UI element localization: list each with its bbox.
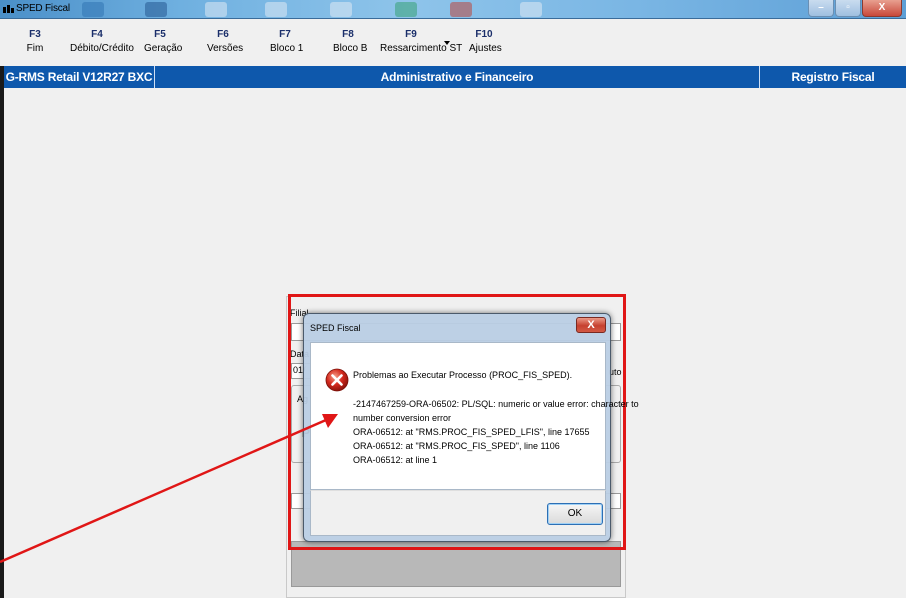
error-line: -2147467259-ORA-06502: PL/SQL: numeric o… bbox=[353, 399, 639, 409]
fkey-code: F6 bbox=[217, 29, 229, 40]
fkey-ressarcimento-st[interactable]: F9 Ressarcimento ST bbox=[380, 29, 463, 54]
dropdown-arrow-icon[interactable] bbox=[444, 41, 450, 45]
error-title: Problemas ao Executar Processo (PROC_FIS… bbox=[353, 370, 573, 380]
fkey-label: Bloco 1 bbox=[270, 43, 304, 54]
app-icon bbox=[3, 5, 14, 13]
fkey-label: Ressarcimento ST bbox=[380, 43, 463, 54]
background-decoration bbox=[265, 2, 287, 17]
window-left-edge bbox=[0, 66, 4, 598]
background-decoration bbox=[395, 2, 417, 17]
fkey-fim[interactable]: F3 Fim bbox=[24, 29, 46, 54]
background-decoration bbox=[330, 2, 352, 17]
window-titlebar: SPED Fiscal – ▫ X bbox=[0, 0, 906, 19]
fkey-label: Bloco B bbox=[333, 43, 368, 54]
background-decoration bbox=[82, 2, 104, 17]
background-decoration bbox=[450, 2, 472, 17]
fkey-code: F10 bbox=[475, 29, 493, 40]
error-line: ORA-06512: at "RMS.PROC_FIS_SPED_LFIS", … bbox=[353, 427, 590, 437]
fkey-bloco-b[interactable]: F8 Bloco B bbox=[333, 29, 368, 54]
system-version: G-RMS Retail V12R27 BXC bbox=[5, 70, 153, 84]
fkey-label: Fim bbox=[26, 43, 44, 54]
fkey-debito-credito[interactable]: F4 Débito/Crédito bbox=[70, 29, 134, 54]
fkey-label: Geração bbox=[144, 43, 183, 54]
close-icon[interactable]: X bbox=[576, 317, 606, 333]
ok-button[interactable]: OK bbox=[547, 503, 603, 525]
dialog-footer: OK bbox=[310, 490, 606, 536]
fkey-bloco-1[interactable]: F7 Bloco 1 bbox=[270, 29, 304, 54]
background-decoration bbox=[145, 2, 167, 17]
background-decoration bbox=[520, 2, 542, 17]
error-line: ORA-06512: at "RMS.PROC_FIS_SPED", line … bbox=[353, 441, 560, 451]
fkey-label: Versões bbox=[207, 43, 244, 54]
dialog-body: Problemas ao Executar Processo (PROC_FIS… bbox=[310, 342, 639, 490]
error-line: number conversion error bbox=[353, 413, 452, 423]
close-icon[interactable]: X bbox=[862, 0, 902, 17]
fkey-code: F7 bbox=[279, 29, 291, 40]
fkey-code: F5 bbox=[154, 29, 166, 40]
fkey-code: F8 bbox=[342, 29, 354, 40]
fkey-label: Débito/Crédito bbox=[70, 43, 134, 54]
error-line: ORA-06512: at line 1 bbox=[353, 455, 438, 465]
fkey-ajustes[interactable]: F10 Ajustes bbox=[469, 29, 502, 54]
fkey-code: F4 bbox=[91, 29, 103, 40]
status-bar: G-RMS Retail V12R27 BXC Administrativo e… bbox=[4, 66, 906, 88]
dialog-title: SPED Fiscal bbox=[310, 323, 361, 333]
fkey-geracao[interactable]: F5 Geração bbox=[144, 29, 183, 54]
module-name: Administrativo e Financeiro bbox=[380, 70, 534, 84]
error-dialog: SPED Fiscal X Problemas ao Executar Proc… bbox=[303, 313, 639, 542]
window-title: SPED Fiscal bbox=[16, 3, 70, 14]
restore-icon[interactable]: ▫ bbox=[835, 0, 861, 17]
area-name: Registro Fiscal bbox=[791, 70, 875, 84]
fkey-versoes[interactable]: F6 Versões bbox=[207, 29, 244, 54]
error-icon bbox=[325, 368, 349, 392]
function-key-toolbar: F3 Fim F4 Débito/Crédito F5 Geração F6 V… bbox=[0, 19, 906, 66]
background-decoration bbox=[205, 2, 227, 17]
fkey-code: F9 bbox=[405, 29, 417, 40]
fkey-code: F3 bbox=[29, 29, 41, 40]
fkey-label: Ajustes bbox=[469, 43, 502, 54]
minimize-icon[interactable]: – bbox=[808, 0, 834, 17]
window-controls: – ▫ X bbox=[807, 0, 902, 18]
